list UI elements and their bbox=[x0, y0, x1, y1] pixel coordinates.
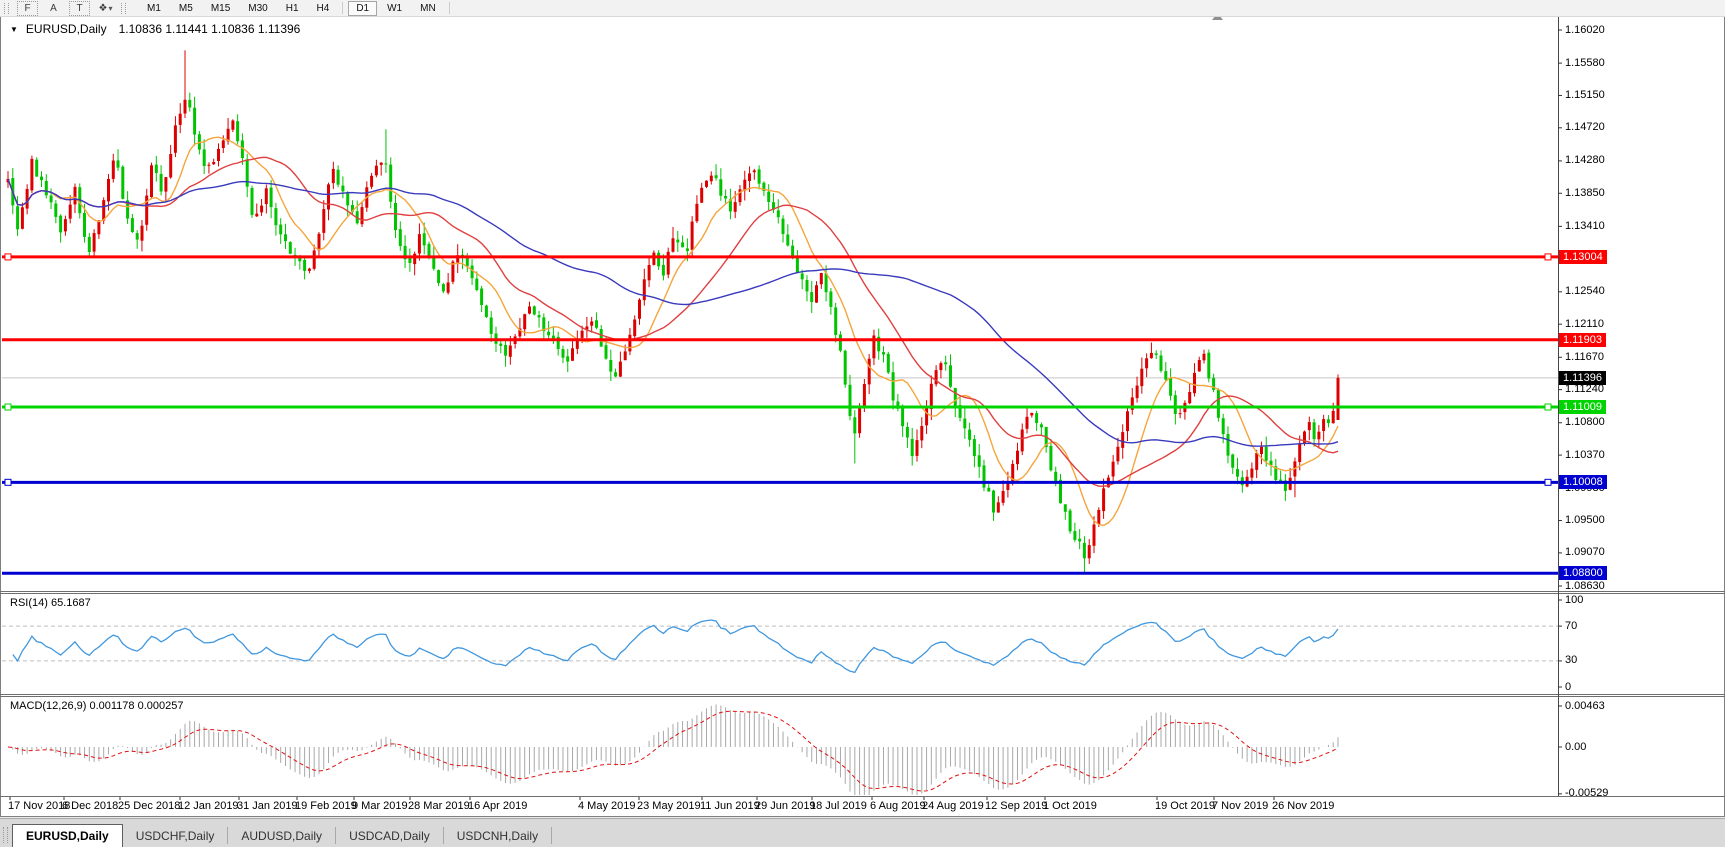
timeframe-button-h1[interactable]: H1 bbox=[278, 1, 307, 16]
top-toolbar: F A T ❖▾ M1M5M15M30H1H4 D1W1MN bbox=[0, 0, 1725, 17]
main-chart-area[interactable] bbox=[2, 18, 1558, 590]
text-label-icon[interactable]: T bbox=[69, 1, 90, 16]
timeframe-button-mn[interactable]: MN bbox=[412, 1, 444, 16]
tab-usdcnh-daily[interactable]: USDCNH,Daily bbox=[444, 827, 552, 844]
toolbar-separator bbox=[449, 2, 450, 14]
timeframe-button-m15[interactable]: M15 bbox=[203, 1, 238, 16]
timeframe-button-m30[interactable]: M30 bbox=[240, 1, 275, 16]
timeframe-button-w1[interactable]: W1 bbox=[379, 1, 410, 16]
tab-eurusd-daily[interactable]: EURUSD,Daily bbox=[12, 824, 123, 847]
objects-palette-icon[interactable]: ❖▾ bbox=[98, 2, 113, 15]
rsi-panel-area[interactable] bbox=[2, 594, 1558, 693]
timeframe-button-h4[interactable]: H4 bbox=[309, 1, 338, 16]
toolbar-separator bbox=[342, 2, 343, 14]
objects-glyph: ❖ bbox=[99, 3, 108, 14]
timeframe-button-d1[interactable]: D1 bbox=[348, 1, 377, 16]
grid-f-icon[interactable]: F bbox=[17, 1, 38, 16]
timeframe-group: M1M5M15M30H1H4 D1W1MN bbox=[138, 1, 454, 16]
tabbar-grip[interactable] bbox=[3, 827, 8, 843]
timeframe-button-m1[interactable]: M1 bbox=[139, 1, 169, 16]
tab-audusd-daily[interactable]: AUDUSD,Daily bbox=[228, 827, 336, 844]
timeframe-button-m5[interactable]: M5 bbox=[171, 1, 201, 16]
tab-usdchf-daily[interactable]: USDCHF,Daily bbox=[123, 827, 229, 844]
dropdown-caret-icon[interactable]: ▾ bbox=[108, 4, 112, 13]
font-a-icon[interactable]: A bbox=[46, 2, 61, 15]
toolbar-grip[interactable] bbox=[121, 3, 126, 14]
chart-tab-bar: EURUSD,DailyUSDCHF,DailyAUDUSD,DailyUSDC… bbox=[0, 818, 1725, 847]
tab-usdcad-daily[interactable]: USDCAD,Daily bbox=[336, 827, 444, 844]
toolbar-grip[interactable] bbox=[4, 3, 9, 14]
price-axis-area[interactable] bbox=[1558, 18, 1725, 796]
macd-panel-area[interactable] bbox=[2, 697, 1558, 795]
time-axis-area[interactable] bbox=[0, 797, 1725, 816]
